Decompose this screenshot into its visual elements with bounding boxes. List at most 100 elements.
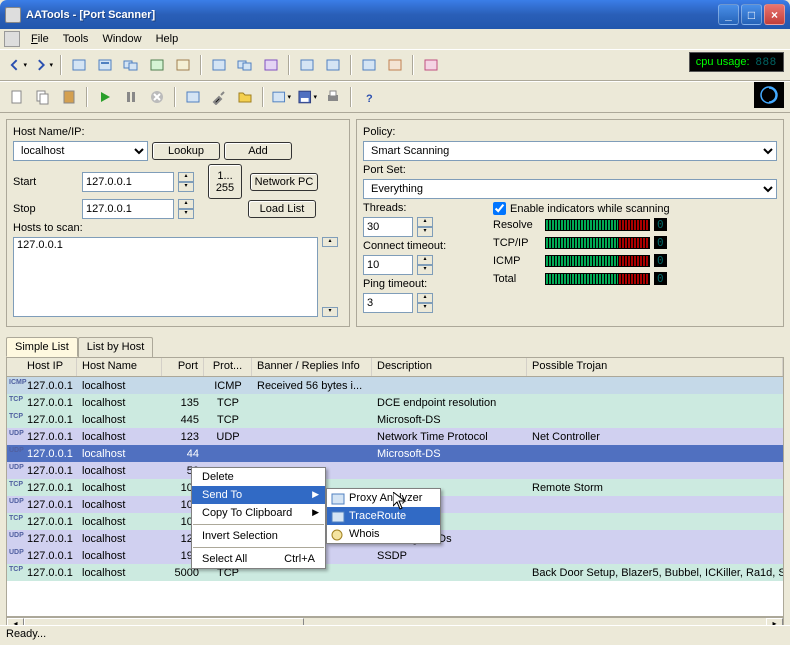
back-button[interactable]: ▾ [6,54,28,76]
new-icon[interactable] [6,86,28,108]
hoststoscan-textarea[interactable] [13,237,318,317]
tab-list-by-host[interactable]: List by Host [78,337,153,357]
hosts-scroll[interactable]: ▴▾ [322,237,338,317]
lookup-button[interactable]: Lookup [152,142,220,160]
ctx-selectall[interactable]: Select AllCtrl+A [192,550,325,568]
threads-input[interactable] [363,217,413,237]
copy-icon[interactable] [32,86,54,108]
menu-tools[interactable]: Tools [56,31,96,47]
tool-icon[interactable] [322,54,344,76]
ctx-invert[interactable]: Invert Selection [192,527,325,545]
settings-icon[interactable] [182,86,204,108]
total-label: Total [493,273,541,285]
start-spinner[interactable]: ▴▾ [178,172,194,192]
cursor-icon [393,492,411,510]
folder-icon[interactable] [234,86,256,108]
resolve-label: Resolve [493,219,541,231]
stop-button[interactable] [146,86,168,108]
hostname-input[interactable]: localhost [13,141,148,161]
export-icon[interactable]: ▾ [270,86,292,108]
ctx-sendto[interactable]: Send To▶ [192,486,325,504]
app-logo-icon [754,82,784,108]
ping-label: Ping timeout: [363,278,427,290]
minimize-button[interactable]: _ [718,4,739,25]
tool-icon[interactable] [94,54,116,76]
sub-proxy[interactable]: Proxy Analyzer [327,489,440,507]
host-panel: Host Name/IP: localhost Lookup Add Start… [6,119,350,327]
tool-icon[interactable] [172,54,194,76]
policy-label: Policy: [363,126,428,138]
forward-button[interactable]: ▾ [32,54,54,76]
col-proto[interactable]: Prot... [204,358,252,376]
tool-icon[interactable] [146,54,168,76]
ctx-delete[interactable]: Delete [192,468,325,486]
menu-file[interactable]: File [24,31,56,47]
portset-label: Port Set: [363,164,428,176]
resolve-indicator [545,219,650,231]
close-button[interactable]: × [764,4,785,25]
table-row[interactable]: TCP 127.0.0.1 localhost 5000 TCP Back Do… [7,564,783,581]
table-row[interactable]: UDP 127.0.0.1 localhost 44 Microsoft-DS [7,445,783,462]
total-value: 0 [654,272,667,285]
col-hostip[interactable]: Host IP [7,358,77,376]
tool-icon[interactable] [358,54,380,76]
ping-input[interactable] [363,293,413,313]
save-icon[interactable]: ▾ [296,86,318,108]
table-row[interactable]: UDP 127.0.0.1 localhost 123 UDP Network … [7,428,783,445]
tools-icon[interactable] [208,86,230,108]
mdi-control-icon[interactable] [4,31,20,47]
tool-icon[interactable] [120,54,142,76]
title-bar: AATools - [Port Scanner] _ □ × [0,0,790,29]
menu-help[interactable]: Help [149,31,186,47]
menu-window[interactable]: Window [95,31,148,47]
sub-whois[interactable]: Whois [327,525,440,543]
tool-icon[interactable] [420,54,442,76]
portset-select[interactable]: Everything [363,179,777,199]
tool-icon[interactable] [260,54,282,76]
window-title: AATools - [Port Scanner] [26,9,718,21]
add-button[interactable]: Add [224,142,292,160]
play-button[interactable] [94,86,116,108]
indicators-checkbox[interactable] [493,202,506,215]
table-row[interactable]: ICMP 127.0.0.1 localhost ICMP Received 5… [7,377,783,394]
icmp-indicator [545,255,650,267]
tool-icon[interactable] [296,54,318,76]
connect-input[interactable] [363,255,413,275]
start-ip-input[interactable] [82,172,174,192]
threads-spinner[interactable]: ▴▾ [417,217,433,237]
connect-spinner[interactable]: ▴▾ [417,255,433,275]
col-desc[interactable]: Description [372,358,527,376]
main-toolbar: ▾ ▾ cpu usage: 888 [0,49,790,81]
table-row[interactable]: TCP 127.0.0.1 localhost 445 TCP Microsof… [7,411,783,428]
col-port[interactable]: Port [162,358,204,376]
col-hostname[interactable]: Host Name [77,358,162,376]
col-banner[interactable]: Banner / Replies Info [252,358,372,376]
table-row[interactable]: UDP 127.0.0.1 localhost 190 SSDP [7,547,783,564]
tool-icon[interactable] [208,54,230,76]
tab-simple-list[interactable]: Simple List [6,337,78,357]
networkpc-button[interactable]: Network PC [250,173,318,191]
table-row[interactable]: UDP 127.0.0.1 localhost 50 [7,462,783,479]
col-trojan[interactable]: Possible Trojan [527,358,783,376]
pause-button[interactable] [120,86,142,108]
ctx-copy[interactable]: Copy To Clipboard▶ [192,504,325,522]
context-menu: Delete Send To▶ Copy To Clipboard▶ Inver… [191,467,326,569]
sub-traceroute[interactable]: TraceRoute [327,507,440,525]
policy-panel: Policy: Smart Scanning Port Set: Everyth… [356,119,784,327]
policy-select[interactable]: Smart Scanning [363,141,777,161]
print-icon[interactable] [322,86,344,108]
table-header: Host IP Host Name Port Prot... Banner / … [7,358,783,377]
loadlist-button[interactable]: Load List [248,200,316,218]
table-row[interactable]: TCP 127.0.0.1 localhost 135 TCP DCE endp… [7,394,783,411]
ping-spinner[interactable]: ▴▾ [417,293,433,313]
range-button[interactable]: 1...255 [208,164,242,199]
tool-icon[interactable] [384,54,406,76]
tool-icon[interactable] [234,54,256,76]
status-bar: Ready... [0,625,790,645]
stop-spinner[interactable]: ▴▾ [178,199,194,219]
stop-ip-input[interactable] [82,199,174,219]
tool-icon[interactable] [68,54,90,76]
maximize-button[interactable]: □ [741,4,762,25]
help-icon[interactable]: ? [358,86,380,108]
paste-icon[interactable] [58,86,80,108]
